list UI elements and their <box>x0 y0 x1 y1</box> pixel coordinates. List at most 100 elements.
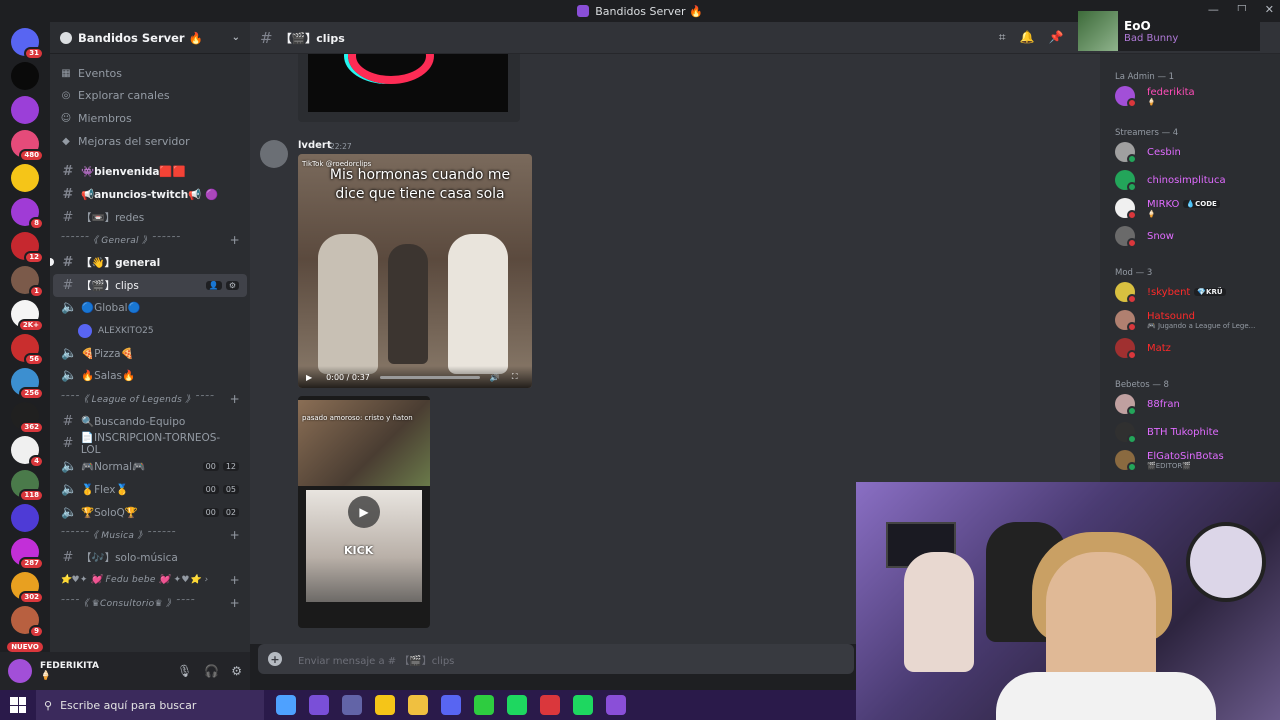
add-channel-icon[interactable]: + <box>230 573 240 587</box>
member-item[interactable]: Matz <box>1100 334 1280 362</box>
message-input[interactable]: + Enviar mensaje a # 【🎬】clips <box>258 644 854 674</box>
server-icon[interactable]: 56 <box>11 334 44 366</box>
play-icon[interactable]: ▶ <box>306 373 312 382</box>
avatar[interactable] <box>8 659 32 683</box>
microphone-icon[interactable]: 🎙 <box>177 664 192 678</box>
gif-embed[interactable]: pasado amoroso: cristo y ñaton ▶ KICK <box>298 396 430 628</box>
member-item[interactable]: Hatsound 🎮 Jugando a League of Lege... <box>1100 306 1280 334</box>
server-icon[interactable]: 118 <box>11 470 44 502</box>
taskbar-app-icon[interactable] <box>540 695 560 715</box>
member-name: ElGatoSinBotas <box>1147 450 1224 462</box>
text-channel[interactable]: # 【👋】general <box>50 251 247 274</box>
server-icon[interactable]: 1 <box>11 266 44 298</box>
channel-category[interactable]: ˜˜˜˜˜˜《 General 》˜˜˜˜˜˜ + <box>50 228 250 251</box>
server-icon[interactable]: 8 <box>11 198 44 230</box>
taskbar-app-icon[interactable] <box>573 695 593 715</box>
add-channel-icon[interactable]: + <box>230 596 240 610</box>
channel-category[interactable]: ˜˜˜˜《 League of Legends 》˜˜˜˜ + <box>50 387 250 410</box>
server-nav-item[interactable]: ◎ Explorar canales <box>50 85 250 108</box>
member-item[interactable]: !skybent 💎KRÜ <box>1100 278 1280 306</box>
server-icon[interactable]: 31 <box>11 28 44 60</box>
add-channel-icon[interactable]: + <box>230 528 240 542</box>
previous-embed[interactable] <box>298 54 520 122</box>
video-caption: Mis hormonas cuando me dice que tiene ca… <box>329 167 511 202</box>
server-icon[interactable]: 480 <box>11 130 44 162</box>
gear-icon[interactable]: ⚙ <box>231 664 242 678</box>
avatar[interactable] <box>260 140 288 168</box>
voice-channel[interactable]: 🔈 🍕Pizza🍕 <box>53 342 247 365</box>
video-player[interactable]: TikTok @roedorclips Mis hormonas cuando … <box>298 154 532 388</box>
server-nav-item[interactable]: ◆ Mejoras del servidor <box>50 130 250 153</box>
taskbar-app-icon[interactable] <box>606 695 626 715</box>
taskbar-app-icon[interactable] <box>441 695 461 715</box>
member-info: Matz <box>1147 343 1171 354</box>
bell-icon[interactable]: 🔔 <box>1020 30 1035 45</box>
member-item[interactable]: Snow <box>1100 222 1280 250</box>
server-icon[interactable]: 287 <box>11 538 44 570</box>
server-nav-item[interactable]: ☺ Miembros <box>50 107 250 130</box>
server-icon[interactable]: 12 <box>11 232 44 264</box>
video-progress[interactable] <box>379 375 480 379</box>
hash-icon: # <box>62 413 74 429</box>
server-icon[interactable]: 4 <box>11 436 44 468</box>
member-item[interactable]: chinosimplituca <box>1100 166 1280 194</box>
text-channel[interactable]: # 【📼】redes <box>53 206 247 229</box>
threads-icon[interactable]: ⌗ <box>999 30 1006 45</box>
voice-channel[interactable]: 🔈 🔥Salas🔥 <box>53 365 247 388</box>
taskbar-app-icon[interactable] <box>474 695 494 715</box>
member-item[interactable]: 88fran <box>1100 390 1280 418</box>
member-item[interactable]: ElGatoSinBotas 🎬EDITOR🎬 <box>1100 446 1280 474</box>
server-header[interactable]: Bandidos Server 🔥 ⌄ <box>50 22 250 54</box>
attach-plus-icon[interactable]: + <box>268 652 282 666</box>
member-item[interactable]: federikita 🍦 <box>1100 82 1280 110</box>
server-icon[interactable]: 9 <box>11 606 44 638</box>
channel-category[interactable]: ˜˜˜˜˜˜《 Musica 》˜˜˜˜˜˜ + <box>50 523 250 546</box>
voice-channel[interactable]: 🔈 🎮Normal🎮 00 12 <box>53 455 247 478</box>
server-icon[interactable] <box>11 62 39 90</box>
channel-list: # 👾bienvenida🟥🟥 # 📢anuncios-twitch📢 🟣 # 【📼】re… <box>50 152 250 614</box>
taskbar-app-icon[interactable] <box>342 695 362 715</box>
server-icon[interactable] <box>11 96 39 124</box>
voice-channel[interactable]: 🔈 🥇Flex🥇 00 05 <box>53 478 247 501</box>
text-channel[interactable]: # 👾bienvenida🟥🟥 <box>53 160 247 183</box>
close-icon[interactable]: ✕ <box>1265 3 1274 16</box>
taskbar-search[interactable]: ⚲ Escribe aquí para buscar <box>36 690 264 720</box>
windows-start-icon[interactable] <box>10 697 26 713</box>
taskbar-app-icon[interactable] <box>375 695 395 715</box>
message-author[interactable]: lvdert <box>298 140 332 151</box>
fullscreen-icon[interactable]: ⛶ <box>512 372 518 382</box>
headphones-icon[interactable]: 🎧 <box>204 664 219 678</box>
text-channel[interactable]: # 【🎬】clips 👤 ⚙ <box>53 273 247 297</box>
voice-user[interactable]: ALEXKITO25 <box>50 319 250 342</box>
server-icon[interactable]: 362 <box>11 402 44 434</box>
server-icon[interactable] <box>11 504 39 532</box>
taskbar-app-icon[interactable] <box>408 695 428 715</box>
channel-category[interactable]: ⭐♥✦ 💓 Fedu bebe 💓 ✦♥⭐ › + <box>50 569 250 592</box>
taskbar-app-icon[interactable] <box>309 695 329 715</box>
text-channel[interactable]: # 📢anuncios-twitch📢 🟣 <box>53 183 247 206</box>
member-item[interactable]: Cesbin <box>1100 138 1280 166</box>
voice-channel[interactable]: 🔈 🏆SoloQ🏆 00 02 <box>53 501 247 524</box>
volume-icon[interactable]: 🔊 <box>490 373 500 382</box>
server-icon[interactable]: 2K+ <box>11 300 44 332</box>
text-channel[interactable]: # 🔍Buscando-Equipo <box>53 410 247 433</box>
server-icon[interactable]: 256 <box>11 368 44 400</box>
server-nav-item[interactable]: ▦ Eventos <box>50 62 250 85</box>
play-icon[interactable]: ▶ <box>348 496 380 528</box>
pin-icon[interactable]: 📌 <box>1048 30 1063 45</box>
taskbar-app-icon[interactable] <box>507 695 527 715</box>
server-icon[interactable] <box>11 164 39 192</box>
member-name: !skybent <box>1147 286 1191 298</box>
gear-icon[interactable]: ⚙ <box>225 280 239 290</box>
member-item[interactable]: MIRKO 💧CODE 🍦 <box>1100 194 1280 222</box>
channel-category[interactable]: ˜˜˜˜《 ♛Consultorio♛ 》˜˜˜˜ + <box>50 591 250 614</box>
text-channel[interactable]: # 【🎶】solo-música <box>53 546 247 569</box>
add-channel-icon[interactable]: + <box>230 233 240 247</box>
voice-channel[interactable]: 🔈 🔵Global🔵 <box>53 297 247 320</box>
text-channel[interactable]: # 📄INSCRIPCION-TORNEOS-LOL <box>53 432 247 456</box>
server-icon[interactable]: 302 <box>11 572 44 604</box>
member-item[interactable]: BTH Tukophite <box>1100 418 1280 446</box>
invite-icon[interactable]: 👤 <box>205 280 222 290</box>
add-channel-icon[interactable]: + <box>230 392 240 406</box>
taskbar-app-icon[interactable] <box>276 695 296 715</box>
